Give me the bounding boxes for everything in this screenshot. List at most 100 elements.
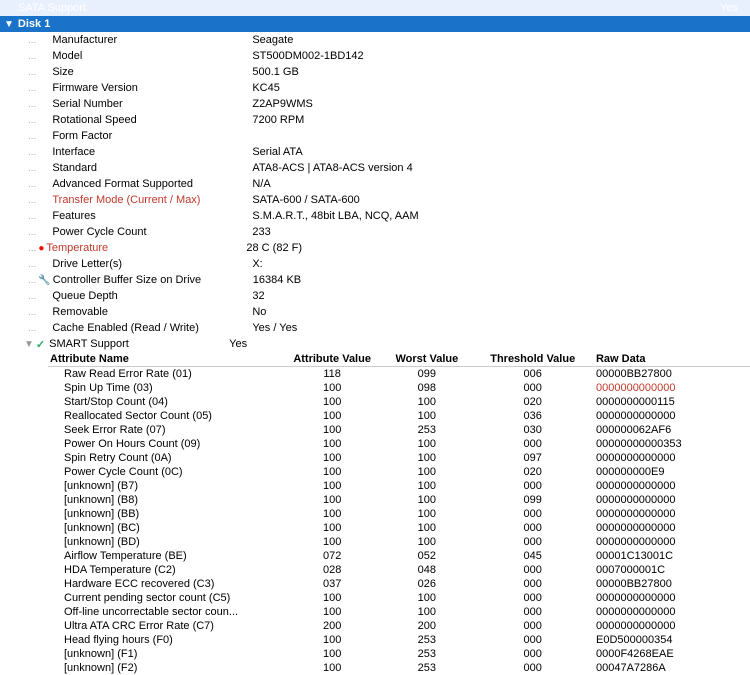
smart-attr-name: [unknown] (BD) xyxy=(48,535,282,549)
smart-attr-name: [unknown] (B8) xyxy=(48,493,282,507)
smart-raw-val: 000000062AF6 xyxy=(594,423,750,437)
smart-expand-icon[interactable]: ▼ xyxy=(24,339,34,350)
disk-header: ▼ Disk 1 xyxy=(0,16,750,32)
smart-attr-name: [unknown] (F1) xyxy=(48,647,282,661)
col-header-attr: Attribute Name xyxy=(48,352,282,367)
smart-table-row: [unknown] (BC) 100 100 000 0000000000000 xyxy=(48,521,750,535)
smart-thresh-val: 036 xyxy=(471,409,594,423)
prop-value-queue_depth: 32 xyxy=(252,290,264,302)
col-header-raw: Raw Data xyxy=(594,352,750,367)
smart-worst-val: 100 xyxy=(382,465,471,479)
prop-label-manufacturer: Manufacturer xyxy=(52,34,252,46)
smart-table-row: Reallocated Sector Count (05) 100 100 03… xyxy=(48,409,750,423)
property-row-serial: ... Serial Number Z2AP9WMS xyxy=(0,96,750,112)
smart-attr-name: HDA Temperature (C2) xyxy=(48,563,282,577)
smart-raw-val: 0000000000000 xyxy=(594,493,750,507)
property-row-rotation: ... Rotational Speed 7200 RPM xyxy=(0,112,750,128)
smart-table-row: Power Cycle Count (0C) 100 100 020 00000… xyxy=(48,465,750,479)
smart-attr-name: Airflow Temperature (BE) xyxy=(48,549,282,563)
temp-icon: ● xyxy=(38,243,44,254)
smart-worst-val: 100 xyxy=(382,395,471,409)
smart-table-row: Airflow Temperature (BE) 072 052 045 000… xyxy=(48,549,750,563)
prop-value-transfer: SATA-600 / SATA-600 xyxy=(252,194,359,206)
smart-check-icon: ✓ xyxy=(36,338,45,351)
smart-table-row: Raw Read Error Rate (01) 118 099 006 000… xyxy=(48,367,750,382)
smart-raw-val: 00000BB27800 xyxy=(594,577,750,591)
smart-thresh-val: 020 xyxy=(471,465,594,479)
smart-table-header: Attribute Name Attribute Value Worst Val… xyxy=(48,352,750,367)
property-row-adv_format: ... Advanced Format Supported N/A xyxy=(0,176,750,192)
smart-raw-val: 0000000000000 xyxy=(594,535,750,549)
smart-attr-name: Seek Error Rate (07) xyxy=(48,423,282,437)
smart-worst-val: 099 xyxy=(382,367,471,382)
main-container: SATA Support Yes ▼ Disk 1 ... Manufactur… xyxy=(0,0,750,675)
sata-support-row: SATA Support Yes xyxy=(0,0,750,16)
smart-table-row: [unknown] (BD) 100 100 000 0000000000000 xyxy=(48,535,750,549)
smart-worst-val: 253 xyxy=(382,661,471,675)
smart-table-row: Seek Error Rate (07) 100 253 030 0000000… xyxy=(48,423,750,437)
smart-table-row: Ultra ATA CRC Error Rate (C7) 200 200 00… xyxy=(48,619,750,633)
prop-label-ctrl_buffer: Controller Buffer Size on Drive xyxy=(53,274,253,286)
prop-value-adv_format: N/A xyxy=(252,178,270,190)
prop-label-rotation: Rotational Speed xyxy=(52,114,252,126)
smart-raw-val: 0000000000000 xyxy=(594,507,750,521)
prop-value-removable: No xyxy=(252,306,266,318)
disk-expand-icon[interactable]: ▼ xyxy=(4,19,14,30)
smart-raw-val: 00000BB27800 xyxy=(594,367,750,382)
smart-table-row: Power On Hours Count (09) 100 100 000 00… xyxy=(48,437,750,451)
property-row-drive_letter: ... Drive Letter(s) X: xyxy=(0,256,750,272)
smart-table-row: [unknown] (BB) 100 100 000 0000000000000 xyxy=(48,507,750,521)
smart-table-row: Spin Retry Count (0A) 100 100 097 000000… xyxy=(48,451,750,465)
smart-worst-val: 253 xyxy=(382,647,471,661)
smart-attr-val: 118 xyxy=(282,367,382,382)
smart-thresh-val: 000 xyxy=(471,521,594,535)
tree-line: ... xyxy=(28,51,36,62)
smart-attr-name: [unknown] (F2) xyxy=(48,661,282,675)
smart-table-row: [unknown] (B8) 100 100 099 0000000000000 xyxy=(48,493,750,507)
prop-value-serial: Z2AP9WMS xyxy=(252,98,313,110)
smart-thresh-val: 030 xyxy=(471,423,594,437)
smart-worst-val: 100 xyxy=(382,591,471,605)
smart-attr-val: 100 xyxy=(282,647,382,661)
smart-attr-name: Hardware ECC recovered (C3) xyxy=(48,577,282,591)
prop-label-cache_enabled: Cache Enabled (Read / Write) xyxy=(52,322,252,334)
smart-thresh-val: 006 xyxy=(471,367,594,382)
smart-attr-name: Head flying hours (F0) xyxy=(48,633,282,647)
prop-label-model: Model xyxy=(52,50,252,62)
property-row-form: ... Form Factor xyxy=(0,128,750,144)
property-row-queue_depth: ... Queue Depth 32 xyxy=(0,288,750,304)
prop-label-features: Features xyxy=(52,210,252,222)
smart-attr-val: 100 xyxy=(282,381,382,395)
tree-line: ... xyxy=(28,147,36,158)
prop-label-queue_depth: Queue Depth xyxy=(52,290,252,302)
smart-thresh-val: 000 xyxy=(471,591,594,605)
smart-attr-val: 100 xyxy=(282,535,382,549)
smart-table-row: Start/Stop Count (04) 100 100 020 000000… xyxy=(48,395,750,409)
tree-line: ... xyxy=(28,243,36,254)
prop-label-firmware: Firmware Version xyxy=(52,82,252,94)
prop-label-temperature: Temperature xyxy=(46,242,246,254)
tree-line: ... xyxy=(28,83,36,94)
prop-label-serial: Serial Number xyxy=(52,98,252,110)
tree-line: ... xyxy=(28,67,36,78)
wrench-icon: 🔧 xyxy=(38,275,50,286)
prop-value-cache_enabled: Yes / Yes xyxy=(252,322,297,334)
prop-value-model: ST500DM002-1BD142 xyxy=(252,50,363,62)
col-header-attrval: Attribute Value xyxy=(282,352,382,367)
smart-attr-val: 200 xyxy=(282,619,382,633)
smart-worst-val: 253 xyxy=(382,423,471,437)
prop-value-power_cycle: 233 xyxy=(252,226,270,238)
smart-table-body: Raw Read Error Rate (01) 118 099 006 000… xyxy=(48,367,750,675)
smart-worst-val: 100 xyxy=(382,535,471,549)
smart-table-row: Current pending sector count (C5) 100 10… xyxy=(48,591,750,605)
smart-table-row: [unknown] (F1) 100 253 000 0000F4268EAE xyxy=(48,647,750,661)
property-row-power_cycle: ... Power Cycle Count 233 xyxy=(0,224,750,240)
smart-raw-val: 0000000000115 xyxy=(594,395,750,409)
smart-thresh-val: 000 xyxy=(471,647,594,661)
smart-label: SMART Support xyxy=(49,338,229,350)
smart-raw-val: 0000000000000 xyxy=(594,521,750,535)
tree-line: ... xyxy=(28,35,36,46)
smart-attr-name: Current pending sector count (C5) xyxy=(48,591,282,605)
property-row-ctrl_buffer: ... 🔧 Controller Buffer Size on Drive 16… xyxy=(0,272,750,288)
property-row-features: ... Features S.M.A.R.T., 48bit LBA, NCQ,… xyxy=(0,208,750,224)
